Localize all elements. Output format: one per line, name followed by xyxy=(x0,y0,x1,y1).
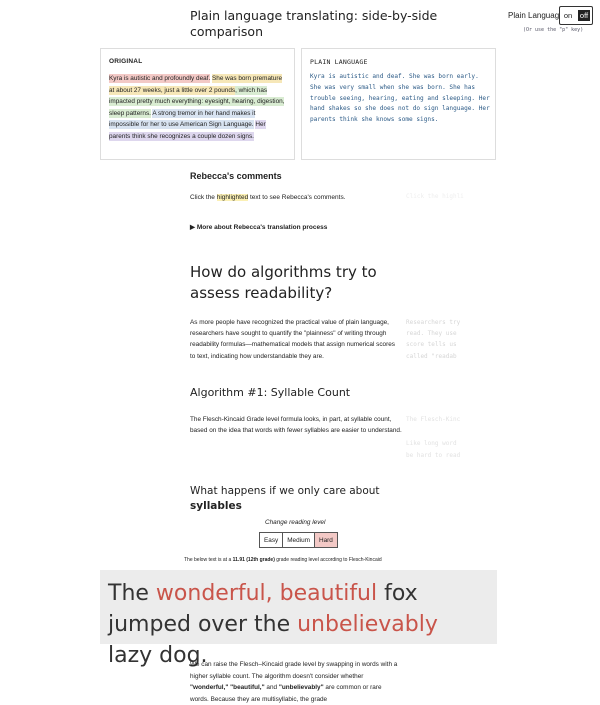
plain-language-toggle-label: Plain Language xyxy=(508,11,564,20)
example-highlighted-words: unbelievably xyxy=(297,612,438,637)
plain-language-label: PLAIN LANGUAGE xyxy=(310,58,368,66)
toggle-off-option[interactable]: off xyxy=(577,10,591,21)
explanation-paragraph: We can raise the Flesch–Kincaid grade le… xyxy=(190,659,402,705)
disclosure-triangle-icon[interactable]: ▶ xyxy=(190,224,195,231)
page-title: Plain language translating: side-by-side… xyxy=(190,8,438,39)
paragraph-text: and xyxy=(264,684,279,692)
highlighted-word: highlighted xyxy=(216,194,249,201)
example-highlighted-words: wonderful, beautiful xyxy=(155,581,378,606)
toggle-hint: (Or use the "p" key) xyxy=(523,27,584,33)
instruction-text: Click the xyxy=(190,194,217,201)
toggle-on-option[interactable]: on xyxy=(562,11,574,20)
desc-text: grade reading level according to Flesch-… xyxy=(274,557,382,563)
heading-prefix: What happens if we only care about xyxy=(190,485,380,497)
desc-text: The below text is at a xyxy=(184,557,233,563)
algorithms-heading: How do algorithms try to assess readabil… xyxy=(190,263,377,302)
example-word: The xyxy=(108,581,156,606)
reading-level-selector[interactable]: Easy Medium Hard xyxy=(259,532,338,548)
more-about-label[interactable]: More about Rebecca's translation process xyxy=(197,224,328,231)
heading-bold: syllables xyxy=(190,500,242,512)
original-label: ORIGINAL xyxy=(109,58,143,65)
plain-language-text: Kyra is autistic and deaf. She was born … xyxy=(310,73,490,124)
paragraph-bold: "wonderful," "beautiful," xyxy=(190,684,265,692)
syllables-heading: What happens if we only care about sylla… xyxy=(190,484,390,514)
grade-value: 11.91 (12th grade) xyxy=(232,557,275,563)
comments-heading: Rebecca's comments xyxy=(190,171,282,181)
instruction-text: text to see Rebecca's comments. xyxy=(248,194,346,201)
algorithms-paragraph: As more people have recognized the pract… xyxy=(190,319,395,360)
paragraph-text: We can raise the Flesch–Kincaid grade le… xyxy=(190,661,398,680)
original-panel: ORIGINAL Kyra is autistic and profoundly… xyxy=(100,48,295,160)
algorithm-1-paragraph: The Flesch-Kincaid Grade level formula l… xyxy=(190,416,402,435)
change-level-label: Change reading level xyxy=(265,519,326,526)
example-sentence-box: The wonderful, beautiful fox jumped over… xyxy=(100,570,497,668)
algorithm-1-heading: Algorithm #1: Syllable Count xyxy=(190,386,351,399)
comments-instruction: Click the highlighted text to see Rebecc… xyxy=(190,194,346,201)
plain-language-panel: PLAIN LANGUAGE Kyra is autistic and deaf… xyxy=(301,48,496,160)
level-medium-button[interactable]: Medium xyxy=(283,533,315,547)
example-sentence: The wonderful, beautiful fox jumped over… xyxy=(108,578,488,671)
paragraph-bold: "unbelievably" xyxy=(278,684,324,692)
side-note: Researchers try read. They use score tel… xyxy=(406,319,461,360)
more-about-details[interactable]: ▶ More about Rebecca's translation proce… xyxy=(190,223,327,231)
side-note: Click the highli xyxy=(406,193,464,200)
highlight-segment[interactable]: Kyra is autistic and profoundly deaf. xyxy=(109,74,211,83)
level-easy-button[interactable]: Easy xyxy=(260,533,284,547)
side-note: The Flesch-Kinc Like long word be hard t… xyxy=(406,416,461,459)
level-hard-button[interactable]: Hard xyxy=(314,533,337,547)
plain-language-toggle[interactable]: on off xyxy=(559,6,593,25)
level-description: The below text is at a 11.91 (12th grade… xyxy=(184,557,382,563)
original-text: Kyra is autistic and profoundly deaf. Sh… xyxy=(109,73,285,143)
